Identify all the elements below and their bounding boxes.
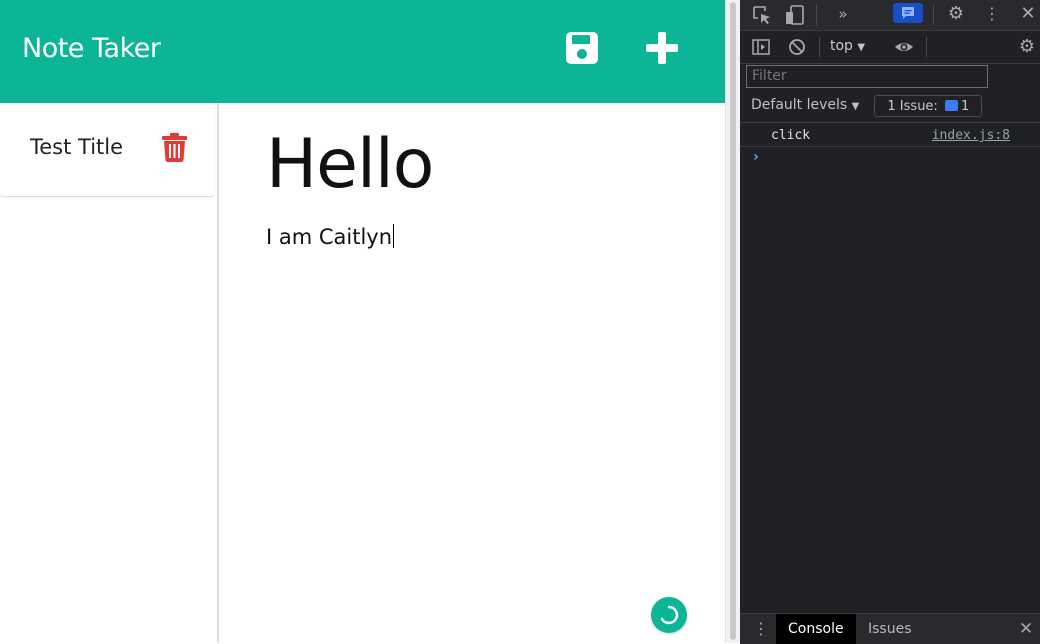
live-expression-eye-icon[interactable] (893, 36, 915, 58)
page-scrollbar[interactable] (725, 0, 741, 643)
toolbar-separator (926, 37, 927, 57)
close-drawer-icon[interactable]: ✕ (1015, 618, 1037, 640)
clear-console-icon[interactable] (786, 36, 808, 58)
scrollbar-thumb[interactable] (730, 2, 736, 640)
note-taker-app: Note Taker Test Title Hello I am Caitlyn (0, 0, 725, 643)
chevron-down-icon: ▼ (857, 42, 866, 53)
issues-label: 1 Issue: (887, 99, 938, 114)
element-picker-icon[interactable] (751, 4, 773, 26)
navbar: Note Taker (0, 0, 725, 103)
trash-icon[interactable] (162, 133, 187, 162)
note-text-value: I am Caitlyn (266, 225, 393, 249)
context-label: top (830, 38, 853, 54)
save-icon[interactable] (564, 30, 600, 66)
context-selector[interactable]: top ▼ (830, 38, 865, 54)
note-list-title[interactable]: Test Title (30, 135, 123, 159)
settings-gear-icon[interactable]: ⚙ (945, 3, 967, 25)
kebab-menu-icon[interactable]: ⋮ (981, 3, 1003, 25)
console-log-row: click index.js:8 (740, 124, 1040, 147)
more-tabs-icon[interactable]: » (832, 3, 854, 25)
message-icon (902, 7, 914, 19)
chevron-down-icon: ▼ (851, 101, 860, 112)
text-caret (393, 224, 395, 248)
note-text-area[interactable]: I am Caitlyn (266, 224, 395, 249)
devtools-tabbar: » ⚙ ⋮ ✕ (740, 0, 1040, 31)
log-levels-label: Default levels (751, 97, 848, 113)
note-list-item[interactable]: Test Title (0, 103, 215, 197)
tab-issues[interactable]: Issues (856, 614, 924, 644)
message-icon (944, 100, 958, 111)
note-title-input[interactable]: Hello (266, 125, 434, 204)
issues-badge[interactable] (893, 3, 923, 23)
console-settings-gear-icon[interactable]: ⚙ (1016, 36, 1038, 58)
notes-sidebar: Test Title (0, 103, 219, 643)
note-editor: Hello I am Caitlyn (218, 103, 725, 643)
tab-console[interactable]: Console (776, 614, 856, 644)
tabbar-separator (933, 5, 934, 25)
console-filter-input[interactable] (746, 65, 988, 88)
toolbar-separator (819, 37, 820, 57)
levels-row: Default levels ▼ 1 Issue: 1 (740, 92, 1040, 123)
console-toolbar: top ▼ ⚙ (740, 31, 1040, 64)
log-levels-dropdown[interactable]: Default levels ▼ (751, 97, 859, 113)
loading-icon[interactable] (651, 597, 687, 633)
plus-icon[interactable] (644, 30, 680, 66)
tabbar-separator (816, 5, 817, 25)
log-message: click (771, 128, 811, 143)
sidebar-toggle-icon[interactable] (750, 36, 772, 58)
close-devtools-icon[interactable]: ✕ (1017, 3, 1039, 25)
log-source-link[interactable]: index.js:8 (932, 128, 1010, 143)
drawer-tabbar: ⋮ Console Issues ✕ (740, 613, 1040, 644)
app-brand[interactable]: Note Taker (22, 33, 161, 64)
issues-count: 1 (960, 99, 970, 114)
console-prompt[interactable]: › (753, 149, 759, 165)
drawer-menu-icon[interactable]: ⋮ (750, 618, 772, 640)
devtools-panel: » ⚙ ⋮ ✕ top ▼ ⚙ Filter Default levels ▼ … (740, 0, 1040, 644)
issues-counter-button[interactable]: 1 Issue: 1 (874, 95, 982, 117)
device-toolbar-icon[interactable] (784, 4, 806, 26)
